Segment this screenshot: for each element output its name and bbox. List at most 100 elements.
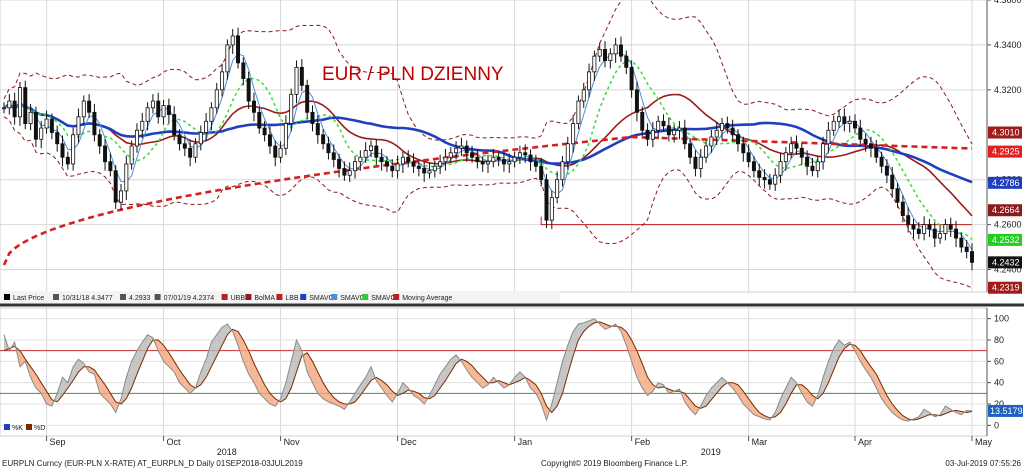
candle-body (251, 100, 256, 113)
darkred-square-icon (245, 294, 252, 300)
candle-body (539, 165, 544, 181)
candle-body (634, 89, 639, 113)
x-month-label: Dec (401, 437, 418, 447)
legend-label: LBB (285, 295, 299, 302)
y-tick-label: 4.3200 (994, 85, 1022, 95)
candle-body (735, 134, 740, 145)
candle-body (379, 156, 384, 163)
candle-body (71, 134, 76, 165)
candle-body (236, 35, 241, 64)
stoch-legend-label: %K (12, 425, 23, 432)
candle-body (549, 197, 554, 221)
candle-body (92, 111, 97, 136)
y-tick-label: 60 (994, 356, 1004, 366)
price-tag-label: 4.3010 (992, 128, 1020, 138)
stoch-legend-label: %D (34, 425, 45, 432)
candle-body (879, 156, 884, 167)
candle-body (7, 100, 12, 109)
price-tag-label: 4.2925 (992, 147, 1020, 157)
candle-body (166, 105, 171, 115)
chart-canvas: 4.36004.34004.32004.28004.26004.24001008… (0, 0, 1024, 468)
x-month-label: May (975, 437, 993, 447)
candle-body (459, 145, 464, 149)
candle-body (294, 66, 299, 95)
candle-body (33, 111, 38, 140)
candle-body (890, 174, 895, 190)
price-tag-label: 4.2532 (992, 235, 1020, 245)
candle-body (486, 161, 490, 165)
blue-square-icon (300, 294, 307, 300)
green-dash-icon (362, 294, 369, 300)
candle-body (331, 152, 336, 160)
price-tag-label: 4.2432 (992, 257, 1020, 267)
candle-body (858, 127, 863, 140)
candle-body (815, 161, 820, 172)
candle-body (932, 228, 937, 239)
candle-body (948, 224, 953, 230)
candle-body (299, 66, 304, 86)
candle-body (411, 161, 416, 167)
candle-body (783, 152, 788, 163)
candle-body (193, 143, 198, 158)
candle-body (863, 138, 868, 145)
candle-body (2, 107, 6, 110)
blue-square-icon (4, 424, 10, 430)
candle-body (342, 168, 347, 176)
candle-body (55, 132, 60, 145)
candle-body (427, 170, 432, 174)
candle-body (353, 161, 358, 172)
candle-body (454, 147, 459, 154)
legend-label: 4.2933 (129, 295, 151, 302)
x-month-label: Nov (284, 437, 301, 447)
candle-body (874, 147, 879, 158)
y-tick-label: 100 (994, 314, 1009, 324)
candle-body (730, 127, 735, 136)
candle-body (198, 132, 203, 145)
legend-label: BolMA (254, 295, 275, 302)
avg-marker-icon (120, 294, 126, 300)
candle-body (369, 145, 373, 151)
lightblue-square-icon (331, 294, 338, 300)
candle-body (113, 170, 118, 203)
candle-body (470, 152, 475, 158)
candle-body (943, 224, 948, 235)
candle-body (778, 161, 783, 176)
candle-body (129, 145, 134, 165)
candle-body (230, 35, 235, 46)
candle-body (720, 123, 725, 131)
candle-body (640, 111, 645, 131)
candle-body (517, 152, 522, 158)
candle-body (645, 129, 650, 140)
candle-body (76, 116, 81, 136)
red-line-icon (276, 294, 283, 300)
red-line-icon (221, 294, 228, 300)
candle-body (358, 156, 363, 163)
candle-body (571, 123, 576, 145)
candle-body (432, 165, 437, 172)
candle-body (400, 156, 405, 165)
candle-body (289, 93, 294, 124)
candle-body (544, 179, 549, 221)
candle-body (672, 129, 677, 136)
y-tick-label: 0 (994, 420, 999, 430)
candle-body (161, 105, 166, 118)
candle-body (916, 228, 921, 235)
candle-body (666, 125, 671, 136)
candle-body (257, 111, 262, 129)
candle-body (214, 89, 219, 109)
candle-body (576, 100, 581, 124)
candle-body (134, 129, 139, 147)
candle-body (145, 107, 150, 122)
candle-body (741, 143, 746, 154)
candle-body (321, 134, 326, 145)
candle-body (97, 134, 102, 147)
x-month-label: Sep (50, 437, 66, 447)
candle-body (704, 145, 709, 158)
candle-body (172, 114, 177, 136)
candle-body (480, 161, 485, 165)
x-year-label: 2019 (701, 447, 721, 457)
candle-body (124, 163, 129, 192)
candle-body (565, 143, 570, 163)
candle-body (842, 116, 847, 124)
footer-right: 03-Jul-2019 07:55:26 (945, 459, 1021, 468)
